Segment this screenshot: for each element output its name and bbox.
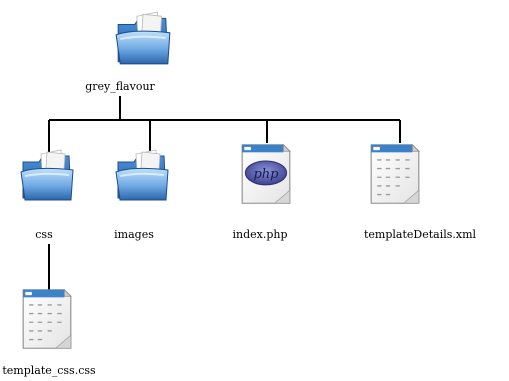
folder-icon[interactable] (115, 11, 171, 65)
index-php-label: index.php (232, 228, 288, 241)
text-file-icon[interactable] (370, 144, 420, 204)
text-file-icon[interactable] (22, 289, 72, 349)
template-details-label: templateDetails.xml (363, 228, 477, 241)
tree-connectors (48, 96, 401, 290)
file-tree-diagram: php (20, 11, 420, 349)
images-folder-label: images (114, 228, 154, 241)
root-folder-label: grey_flavour (85, 80, 155, 93)
template-css-label: template_css.css (2, 364, 96, 377)
php-file-icon[interactable] (241, 144, 291, 204)
folder-icon[interactable] (20, 149, 74, 201)
folder-icon[interactable] (115, 149, 169, 201)
css-folder-label: css (35, 228, 53, 241)
